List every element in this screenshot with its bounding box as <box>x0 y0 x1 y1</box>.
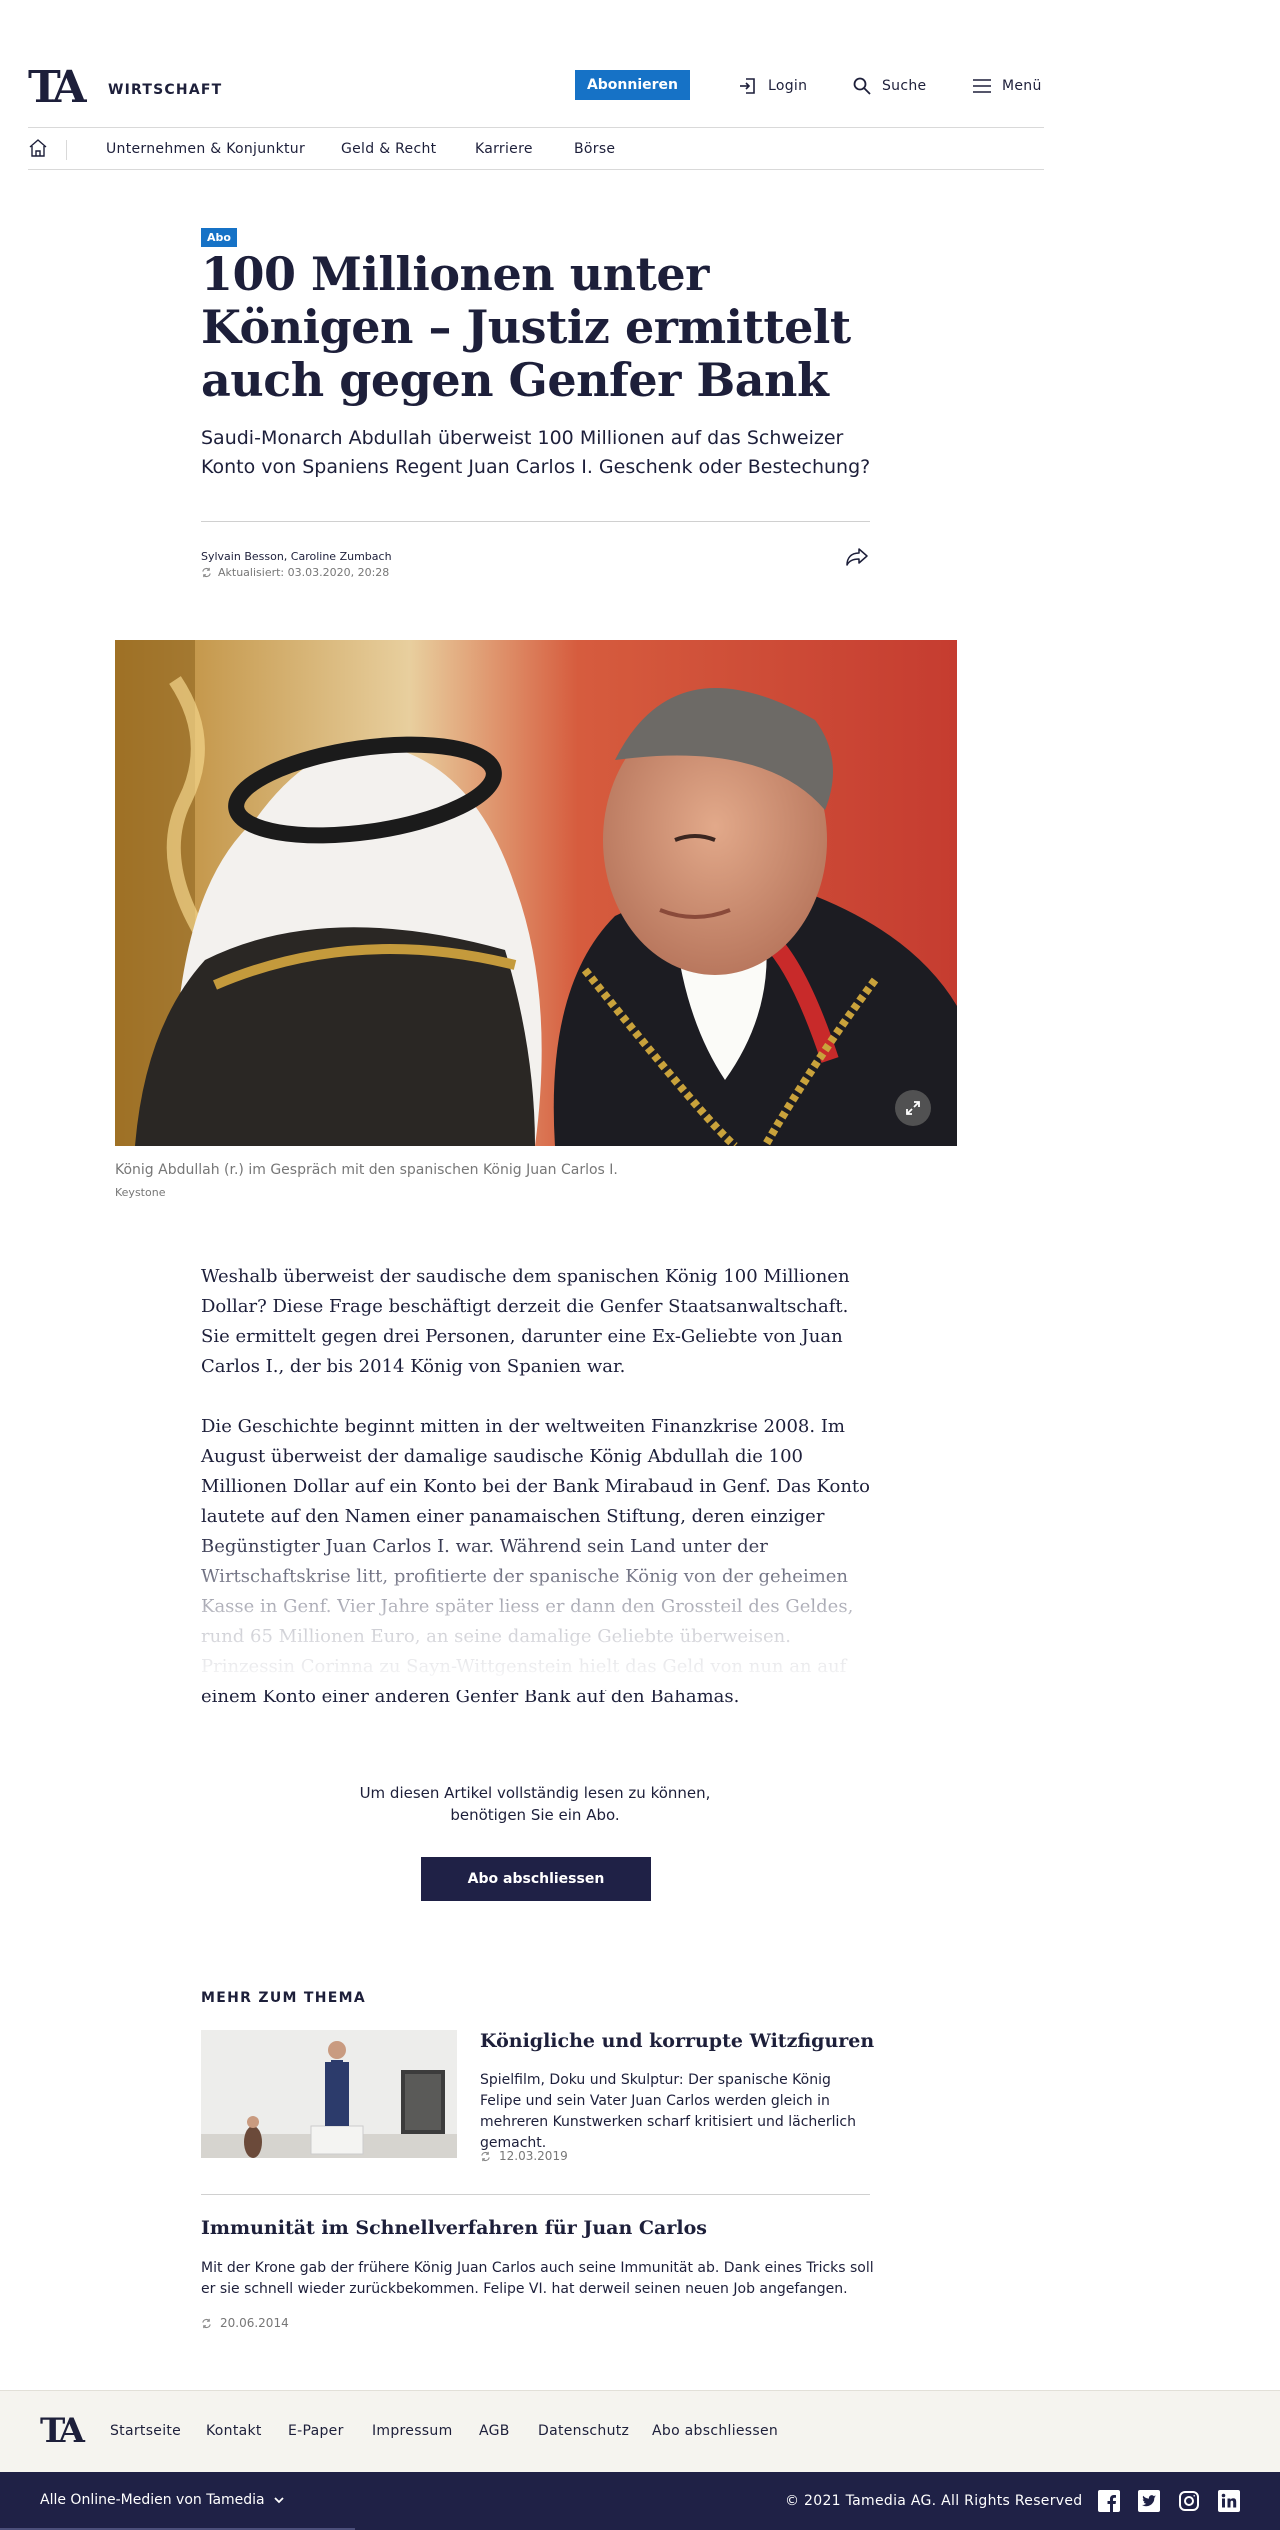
facebook-icon[interactable] <box>1098 2490 1120 2512</box>
related-title[interactable]: Immunität im Schnellverfahren für Juan C… <box>201 2217 707 2239</box>
media-select-dropdown[interactable]: Alle Online-Medien von Tamedia <box>40 2492 285 2508</box>
related-date-label: 12.03.2019 <box>499 2149 568 2163</box>
site-header: TA WIRTSCHAFT Abonnieren Login Suche Men… <box>28 62 1044 128</box>
related-teaser[interactable]: Spielfilm, Doku und Skulptur: Der spanis… <box>480 2070 870 2154</box>
home-icon[interactable] <box>28 138 48 158</box>
related-teaser[interactable]: Mit der Krone gab der frühere König Juan… <box>201 2258 881 2300</box>
search-label: Suche <box>882 78 927 94</box>
section-title[interactable]: WIRTSCHAFT <box>108 82 222 98</box>
article-authors[interactable]: Sylvain Besson, Caroline Zumbach <box>201 550 392 563</box>
paywall-fade <box>195 1530 895 1690</box>
media-select-label: Alle Online-Medien von Tamedia <box>40 2492 265 2508</box>
related-photo <box>201 2030 457 2158</box>
login-icon <box>740 78 755 94</box>
refresh-icon <box>202 567 211 578</box>
hero-photo <box>115 640 957 1146</box>
site-footer: TA Startseite Kontakt E-Paper Impressum … <box>0 2390 1280 2472</box>
hamburger-icon <box>973 79 991 93</box>
refresh-icon <box>481 2151 490 2161</box>
site-logo[interactable]: TA <box>28 66 87 110</box>
section-subnav: Unternehmen & Konjunktur Geld & Recht Ka… <box>28 128 1044 170</box>
twitter-icon[interactable] <box>1138 2490 1160 2512</box>
subnav-item-geld-recht[interactable]: Geld & Recht <box>341 141 436 157</box>
login-label: Login <box>768 78 808 94</box>
tamedia-bar: Alle Online-Medien von Tamedia © 2021 Ta… <box>0 2472 1280 2530</box>
linkedin-icon[interactable] <box>1218 2490 1240 2512</box>
paywall-message: Um diesen Artikel vollständig lesen zu k… <box>359 1784 711 1824</box>
divider <box>201 521 870 522</box>
footer-link-startseite[interactable]: Startseite <box>110 2423 181 2439</box>
footer-link-kontakt[interactable]: Kontakt <box>206 2423 262 2439</box>
subnav-item-karriere[interactable]: Karriere <box>475 141 533 157</box>
copyright: © 2021 Tamedia AG. All Rights Reserved <box>785 2493 1083 2509</box>
menu-link[interactable]: Menü <box>972 76 1042 96</box>
subnav-item-boerse[interactable]: Börse <box>574 141 615 157</box>
abo-badge: Abo <box>201 228 237 247</box>
image-credit: Keystone <box>115 1186 166 1199</box>
article-paragraph: Weshalb überweist der saudische dem span… <box>201 1266 850 1377</box>
chevron-down-icon <box>274 2497 284 2504</box>
related-date-label: 20.06.2014 <box>220 2316 289 2330</box>
search-link[interactable]: Suche <box>852 76 926 96</box>
menu-label: Menü <box>1002 78 1042 94</box>
expand-image-button[interactable] <box>895 1090 931 1126</box>
search-icon <box>853 77 871 95</box>
footer-link-impressum[interactable]: Impressum <box>372 2423 453 2439</box>
login-link[interactable]: Login <box>738 76 807 96</box>
article-updated: Aktualisiert: 03.03.2020, 20:28 <box>201 566 389 579</box>
share-icon[interactable] <box>845 546 869 568</box>
updated-label: Aktualisiert: 03.03.2020, 20:28 <box>218 566 390 579</box>
subnav-separator <box>66 140 67 160</box>
article-headline: 100 Millionen unter Königen – Justiz erm… <box>201 247 851 407</box>
article-hero-image[interactable] <box>115 640 957 1146</box>
instagram-icon[interactable] <box>1178 2490 1200 2512</box>
footer-logo[interactable]: TA <box>40 2411 85 2451</box>
subnav-item-unternehmen[interactable]: Unternehmen & Konjunktur <box>106 141 305 157</box>
related-thumbnail[interactable] <box>201 2030 457 2158</box>
related-date: 20.06.2014 <box>201 2316 289 2330</box>
footer-link-abo[interactable]: Abo abschliessen <box>652 2423 778 2439</box>
divider <box>201 2194 870 2195</box>
footer-link-agb[interactable]: AGB <box>479 2423 510 2439</box>
subscribe-cta-button[interactable]: Abo abschliessen <box>421 1857 651 1901</box>
related-date: 12.03.2019 <box>480 2149 568 2163</box>
footer-link-epaper[interactable]: E-Paper <box>288 2423 344 2439</box>
refresh-icon <box>202 2318 211 2328</box>
footer-link-datenschutz[interactable]: Datenschutz <box>538 2423 629 2439</box>
expand-icon <box>906 1101 920 1115</box>
subscribe-button[interactable]: Abonnieren <box>575 70 690 100</box>
image-caption: König Abdullah (r.) im Gespräch mit den … <box>115 1162 618 1178</box>
related-heading: MEHR ZUM THEMA <box>201 1990 366 2006</box>
article-lead: Saudi-Monarch Abdullah überweist 100 Mil… <box>201 427 871 478</box>
related-title[interactable]: Königliche und korrupte Witzfiguren <box>480 2030 874 2052</box>
